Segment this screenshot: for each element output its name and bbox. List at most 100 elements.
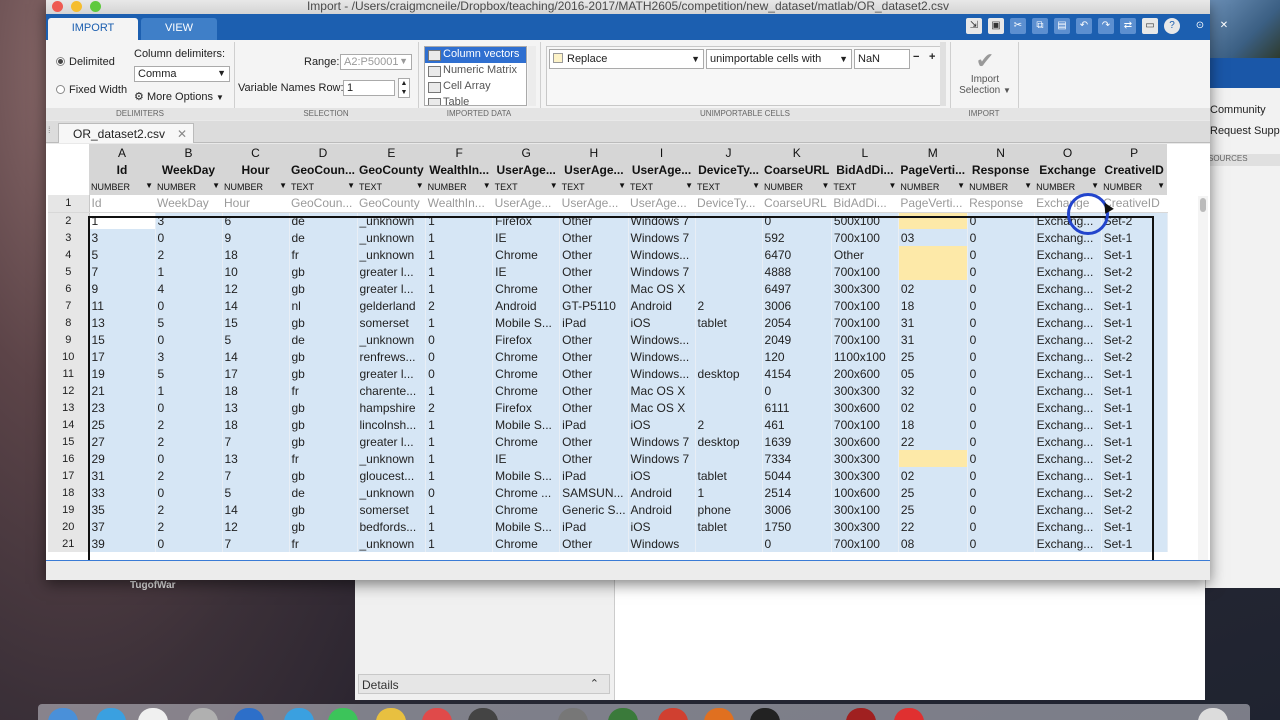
data-cell[interactable]: 300x600 [831,433,899,450]
variable-name-cell[interactable]: Hour [222,161,289,179]
variable-names-row-input[interactable]: 1 [343,80,395,96]
import-icon[interactable]: ⇲ [966,18,982,34]
column-letter[interactable]: O [1034,144,1102,161]
data-cell[interactable]: phone [695,501,763,518]
data-cell[interactable]: gb [289,399,358,416]
column-type-select[interactable]: NUMBER ▼ [222,179,289,195]
data-cell[interactable]: gloucest... [357,467,427,484]
data-cell[interactable]: 14 [222,297,290,314]
data-cell[interactable]: 700x100 [831,297,899,314]
data-cell[interactable]: IE [492,229,561,246]
data-cell[interactable]: Firefox [492,212,561,229]
data-cell[interactable]: 0 [967,314,1035,331]
calendar-icon[interactable] [138,708,168,720]
data-cell[interactable]: charente... [357,382,427,399]
data-cell[interactable]: 2 [695,416,763,433]
data-cell[interactable]: 0 [967,416,1035,433]
header-cell[interactable]: GeoCoun... [289,195,357,213]
data-cell[interactable]: Exchang... [1034,348,1102,365]
paste-icon[interactable]: ▤ [1054,18,1070,34]
data-cell[interactable]: 2049 [762,331,832,348]
data-cell[interactable]: 1 [155,382,223,399]
mail-icon[interactable] [234,708,264,720]
column-type-select[interactable]: NUMBER ▼ [89,179,155,195]
redo-icon[interactable]: ↷ [1098,18,1114,34]
minimize-window-icon[interactable] [71,1,82,12]
data-cell[interactable]: somerset [357,314,427,331]
data-cell[interactable]: Other [559,399,629,416]
data-cell[interactable]: Other [559,382,629,399]
data-cell[interactable] [898,246,968,263]
column-type-select[interactable]: NUMBER ▼ [898,179,968,195]
column-type-select[interactable]: NUMBER ▼ [762,179,832,195]
finder-icon[interactable] [48,708,78,720]
data-cell[interactable]: Other [559,229,629,246]
data-cell[interactable]: _unknown [357,450,427,467]
data-cell[interactable]: Android [628,297,696,314]
tab-view[interactable]: VIEW [141,18,217,40]
column-letter[interactable]: C [222,144,289,161]
data-cell[interactable]: Other [559,348,629,365]
data-cell[interactable]: 700x100 [831,229,899,246]
data-cell[interactable]: Exchang... [1034,416,1102,433]
cut-icon[interactable]: ✂ [1010,18,1026,34]
data-cell[interactable]: gelderland [357,297,427,314]
data-cell[interactable]: Chrome [492,433,561,450]
data-cell[interactable]: Set-1 [1101,399,1168,416]
header-cell[interactable]: UserAge... [559,195,629,213]
data-cell[interactable]: 700x100 [831,416,899,433]
data-cell[interactable]: Firefox [492,331,561,348]
data-cell[interactable]: 1 [425,450,494,467]
data-cell[interactable]: tablet [695,518,763,535]
data-cell[interactable]: 21 [89,382,156,399]
delimited-radio[interactable]: Delimited [56,56,115,68]
data-cell[interactable]: 17 [222,365,290,382]
data-cell[interactable]: Set-1 [1101,467,1168,484]
data-cell[interactable]: 31 [898,314,968,331]
data-cell[interactable]: 08 [898,535,968,552]
data-cell[interactable]: Mobile S... [492,467,561,484]
close-window-icon[interactable] [52,1,63,12]
data-cell[interactable]: 23 [89,399,156,416]
app-icon[interactable] [608,708,638,720]
data-cell[interactable]: Set-1 [1101,433,1168,450]
data-cell[interactable]: 25 [898,348,968,365]
data-cell[interactable]: Mobile S... [492,518,561,535]
data-cell[interactable]: 02 [898,399,968,416]
data-cell[interactable]: 300x300 [831,450,899,467]
data-cell[interactable]: Exchang... [1034,535,1102,552]
header-cell[interactable]: CreativeID [1101,195,1168,213]
data-cell[interactable]: Firefox [492,399,561,416]
data-cell[interactable]: Exchang... [1034,246,1102,263]
import-selection-button[interactable]: ✔ Import Selection ▼ [954,48,1016,96]
data-cell[interactable]: 11 [89,297,156,314]
data-cell[interactable]: iPad [559,314,629,331]
data-cell[interactable]: Android [628,484,696,501]
data-cell[interactable]: 0 [425,331,494,348]
data-cell[interactable]: 1 [425,212,494,229]
data-cell[interactable]: 4154 [762,365,832,382]
data-cell[interactable]: Chrome [492,246,561,263]
data-cell[interactable]: 18 [222,382,290,399]
title-bar[interactable]: Import - /Users/craigmcneile/Dropbox/tea… [46,0,1210,14]
data-cell[interactable]: gb [289,501,358,518]
variable-name-cell[interactable]: GeoCounty [357,161,426,179]
data-cell[interactable]: IE [492,263,561,280]
save-icon[interactable]: ▣ [988,18,1004,34]
data-cell[interactable]: greater l... [357,263,427,280]
data-cell[interactable]: iPad [559,518,629,535]
data-cell[interactable]: 0 [967,348,1035,365]
column-letter[interactable]: G [492,144,560,161]
data-cell[interactable]: Exchang... [1034,484,1102,501]
data-cell[interactable]: 14 [222,348,290,365]
app-icon[interactable] [658,708,688,720]
data-cell[interactable]: iOS [628,314,696,331]
header-cell[interactable]: DeviceTy... [695,195,763,213]
header-cell[interactable]: Hour [222,195,289,213]
data-cell[interactable]: iOS [628,416,696,433]
data-cell[interactable]: 15 [89,331,156,348]
header-cell[interactable]: Id [89,195,155,213]
data-cell[interactable]: SAMSUN... [559,484,629,501]
column-type-select[interactable]: TEXT ▼ [492,179,560,195]
column-letter[interactable]: P [1101,144,1168,161]
